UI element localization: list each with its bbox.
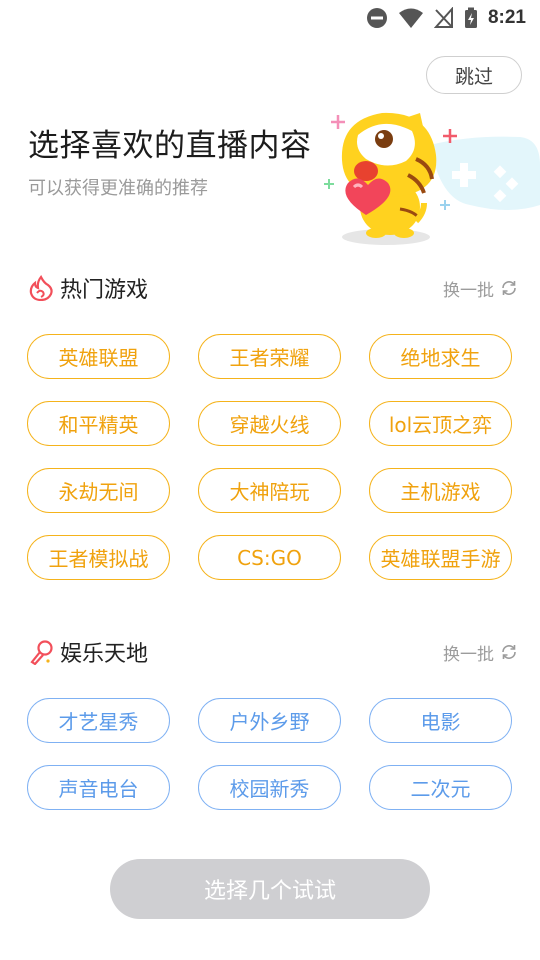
no-signal-icon [433, 7, 453, 28]
tag-chip[interactable]: lol云顶之弈 [369, 401, 512, 446]
refresh-button-games[interactable]: 换一批 [443, 276, 518, 301]
tag-chip[interactable]: 电影 [369, 698, 512, 743]
page-title: 选择喜欢的直播内容 [28, 128, 312, 164]
refresh-icon [502, 645, 516, 659]
tag-chip[interactable]: 大神陪玩 [198, 468, 341, 513]
tag-chip[interactable]: 声音电台 [27, 765, 170, 810]
tag-chip[interactable]: 英雄联盟手游 [369, 535, 512, 580]
tag-chip[interactable]: 穿越火线 [198, 401, 341, 446]
tiger-mascot-illustration [324, 112, 540, 245]
skip-button[interactable]: 跳过 [426, 56, 522, 94]
tag-chip[interactable]: 才艺星秀 [27, 698, 170, 743]
tag-chip[interactable]: 英雄联盟 [27, 334, 170, 379]
entertainment-tag-grid: 才艺星秀 户外乡野 电影 声音电台 校园新秀 二次元 [27, 698, 513, 810]
tag-chip[interactable]: 主机游戏 [369, 468, 512, 513]
tag-chip[interactable]: 校园新秀 [198, 765, 341, 810]
tag-chip[interactable]: CS:GO [198, 535, 341, 580]
page-subtitle: 可以获得更准确的推荐 [28, 178, 208, 199]
do-not-disturb-icon [366, 8, 387, 28]
section-header-hot-games: 热门游戏 换一批 [28, 270, 518, 306]
tag-chip[interactable]: 二次元 [369, 765, 512, 810]
refresh-icon [502, 281, 516, 295]
microphone-icon [30, 640, 53, 665]
clock: 8:21 [487, 7, 526, 28]
select-submit-button[interactable]: 选择几个试试 [110, 859, 430, 919]
tag-chip[interactable]: 永劫无间 [27, 468, 170, 513]
battery-charging-icon [464, 7, 477, 28]
section-header-entertainment: 娱乐天地 换一批 [28, 634, 518, 670]
section-title: 热门游戏 [60, 278, 149, 303]
tag-chip[interactable]: 王者模拟战 [27, 535, 170, 580]
section-title: 娱乐天地 [60, 642, 149, 667]
tag-chip[interactable]: 户外乡野 [198, 698, 341, 743]
hot-games-tag-grid: 英雄联盟 王者荣耀 绝地求生 和平精英 穿越火线 lol云顶之弈 永劫无间 大神… [27, 334, 513, 580]
refresh-label: 换一批 [443, 644, 494, 665]
tag-chip[interactable]: 和平精英 [27, 401, 170, 446]
flame-icon [29, 275, 53, 301]
refresh-label: 换一批 [443, 280, 494, 301]
wifi-icon [398, 8, 423, 28]
tag-chip[interactable]: 绝地求生 [369, 334, 512, 379]
tag-chip[interactable]: 王者荣耀 [198, 334, 341, 379]
status-bar: 8:21 [0, 0, 540, 36]
refresh-button-entertainment[interactable]: 换一批 [443, 640, 518, 665]
